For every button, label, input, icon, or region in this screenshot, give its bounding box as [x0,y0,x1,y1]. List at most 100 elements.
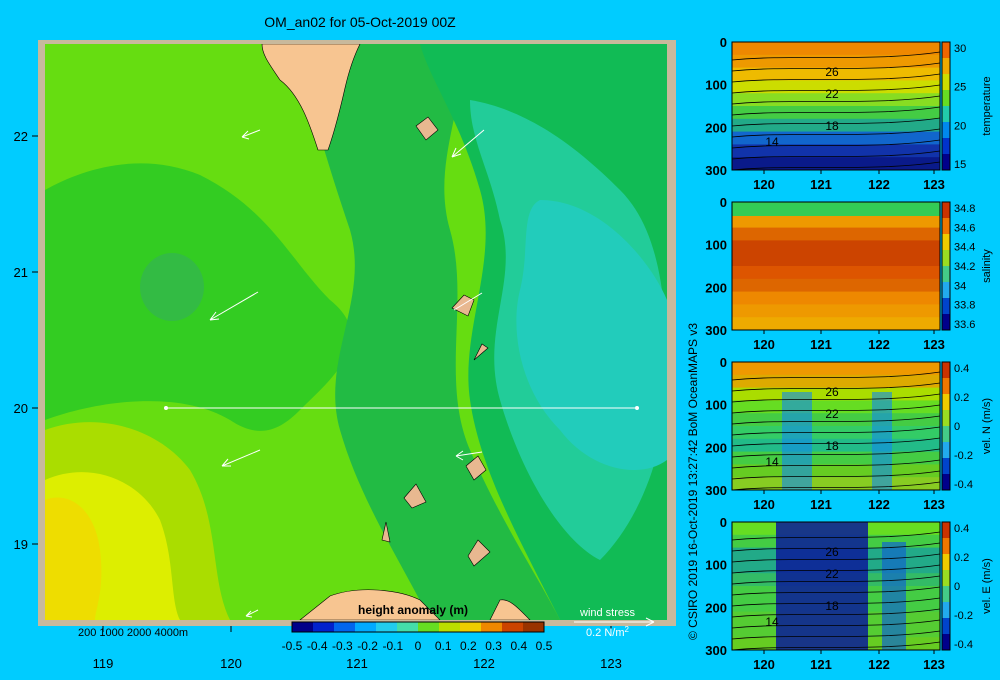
depth-tick-label: 300 [705,483,727,498]
contour-label: 18 [825,599,839,613]
depth-tick-label: 0 [720,36,727,50]
contour-label: 26 [825,545,839,559]
depth-tick-label: 100 [705,78,727,93]
colorbar-tick-label: -0.5 [282,639,303,653]
wind-scale-value: 0.2 N/m2 [586,625,630,639]
lon-tick-label: 123 [923,657,945,672]
colorbar-tick-label: 0.3 [485,639,502,653]
lat-tick-label: 22 [14,129,28,144]
colorbar-tick-label: 34.6 [954,222,975,234]
colorbar-tick-label: -0.4 [954,479,973,491]
colorbar-title: height anomaly (m) [358,603,468,617]
colorbar-tick-label: -0.4 [954,639,973,651]
lon-tick-label: 121 [810,657,832,672]
depth-tick-label: 0 [720,516,727,530]
depth-tick-label: 100 [705,238,727,253]
colorbar-tick-label: 33.6 [954,319,975,331]
lon-tick-label: 123 [923,177,945,192]
salinity-section: 0 100 200 300 120 121 122 123 34.8 34.6 34.4 34.2 34… [705,196,993,352]
velocity-east-section: 26 22 18 14 0 100 200 300 120 121 122 123 0.4 0.2 0 -0.… [705,516,993,672]
contour-label: 22 [825,567,839,581]
colorbar-tick-label: 15 [954,159,966,171]
lon-tick-label: 120 [753,177,775,192]
lon-tick-label: 120 [753,497,775,512]
colorbar-tick-label: 0 [954,581,960,593]
velocity-north-section: 26 22 18 14 0 100 200 300 120 121 122 123 0.4 0.2 0 -0.… [705,356,993,512]
colorbar-tick-label: -0.4 [307,639,328,653]
colorbar-tick-label: 33.8 [954,300,975,312]
lat-tick-label: 21 [14,265,28,280]
section-variable-label: vel. E (m/s) [981,558,993,614]
section-plot [731,201,941,331]
colorbar-tick-label: -0.3 [332,639,353,653]
depth-tick-label: 300 [705,163,727,178]
temperature-section: 26 22 18 14 0 100 200 300 120 121 122 123 30 25 20 15 te… [705,36,993,192]
depth-tick-label: 0 [720,356,727,370]
colorbar-tick-label: 0.4 [510,639,527,653]
section-variable-label: temperature [981,76,993,135]
lon-tick-label: 121 [810,177,832,192]
colorbar-tick-label: 0 [415,639,422,653]
depth-legend: 200 1000 2000 4000m [78,627,188,639]
lon-tick-label: 120 [753,337,775,352]
colorbar-tick-label: 30 [954,43,966,55]
lon-tick-label: 121 [810,337,832,352]
colorbar-tick-label: 0.1 [435,639,452,653]
colorbar-tick-label: 34 [954,280,966,292]
lon-tick-label: 123 [600,656,622,671]
lon-tick-label: 120 [220,656,242,671]
depth-tick-label: 0 [720,196,727,210]
contour-label: 22 [825,407,839,421]
lon-tick-label: 122 [868,337,890,352]
contour-label: 18 [825,119,839,133]
lat-tick-label: 20 [14,401,28,416]
depth-tick-label: 200 [705,280,727,295]
lon-tick-label: 123 [923,497,945,512]
section-plot: 26 22 18 14 [731,521,941,651]
depth-tick-label: 200 [705,120,727,135]
lon-tick-label: 120 [753,657,775,672]
colorbar-tick-label: 25 [954,82,966,94]
contour-label: 26 [825,385,839,399]
lon-tick-label: 122 [868,497,890,512]
section-variable-label: vel. N (m/s) [981,398,993,454]
colorbar-tick-label: -0.2 [954,610,973,622]
lon-tick-label: 121 [346,656,368,671]
colorbar-tick-label: 0 [954,421,960,433]
lat-tick-label: 19 [14,537,28,552]
lon-tick-label: 122 [868,177,890,192]
colorbar-tick-label: 34.8 [954,203,975,215]
lon-tick-label: 123 [923,337,945,352]
lon-tick-label: 122 [473,656,495,671]
section-variable-label: salinity [981,249,993,283]
lon-tick-label: 119 [93,656,114,671]
colorbar-tick-label: 0.4 [954,363,969,375]
height-colorbar: -0.5 -0.4 -0.3 -0.2 -0.1 0 0.1 0.2 0.3 0.4 0.5 [282,621,553,653]
lon-tick-label: 122 [868,657,890,672]
colorbar-tick-label: 0.2 [460,639,477,653]
colorbar-tick-label: -0.2 [357,639,378,653]
contour-label: 14 [765,135,779,149]
colorbar-tick-label: 20 [954,120,966,132]
colorbar-tick-label: -0.2 [954,450,973,462]
wind-stress-label: wind stress [579,607,636,619]
depth-tick-label: 300 [705,643,727,658]
colorbar-tick-label: 34.2 [954,261,975,273]
contour-label: 18 [825,439,839,453]
section-plot: 26 22 18 14 [731,41,941,171]
height-anomaly-map: 119 120 121 122 123 22 21 20 19 200 1000 2000 4… [14,40,676,671]
depth-tick-label: 100 [705,398,727,413]
contour-label: 22 [825,87,839,101]
colorbar-tick-label: 0.4 [954,523,969,535]
contour-label: 14 [765,455,779,469]
colorbar-tick-label: 0.2 [954,392,969,404]
colorbar-tick-label: 0.5 [536,639,553,653]
colorbar-tick-label: -0.1 [382,639,403,653]
contour-label: 26 [825,65,839,79]
lon-tick-label: 121 [810,497,832,512]
anomaly-field [45,44,667,620]
contour-label: 14 [765,615,779,629]
depth-tick-label: 100 [705,558,727,573]
lat-axis: 22 21 20 19 [14,129,38,552]
colorbar-tick-label: 34.4 [954,242,975,254]
